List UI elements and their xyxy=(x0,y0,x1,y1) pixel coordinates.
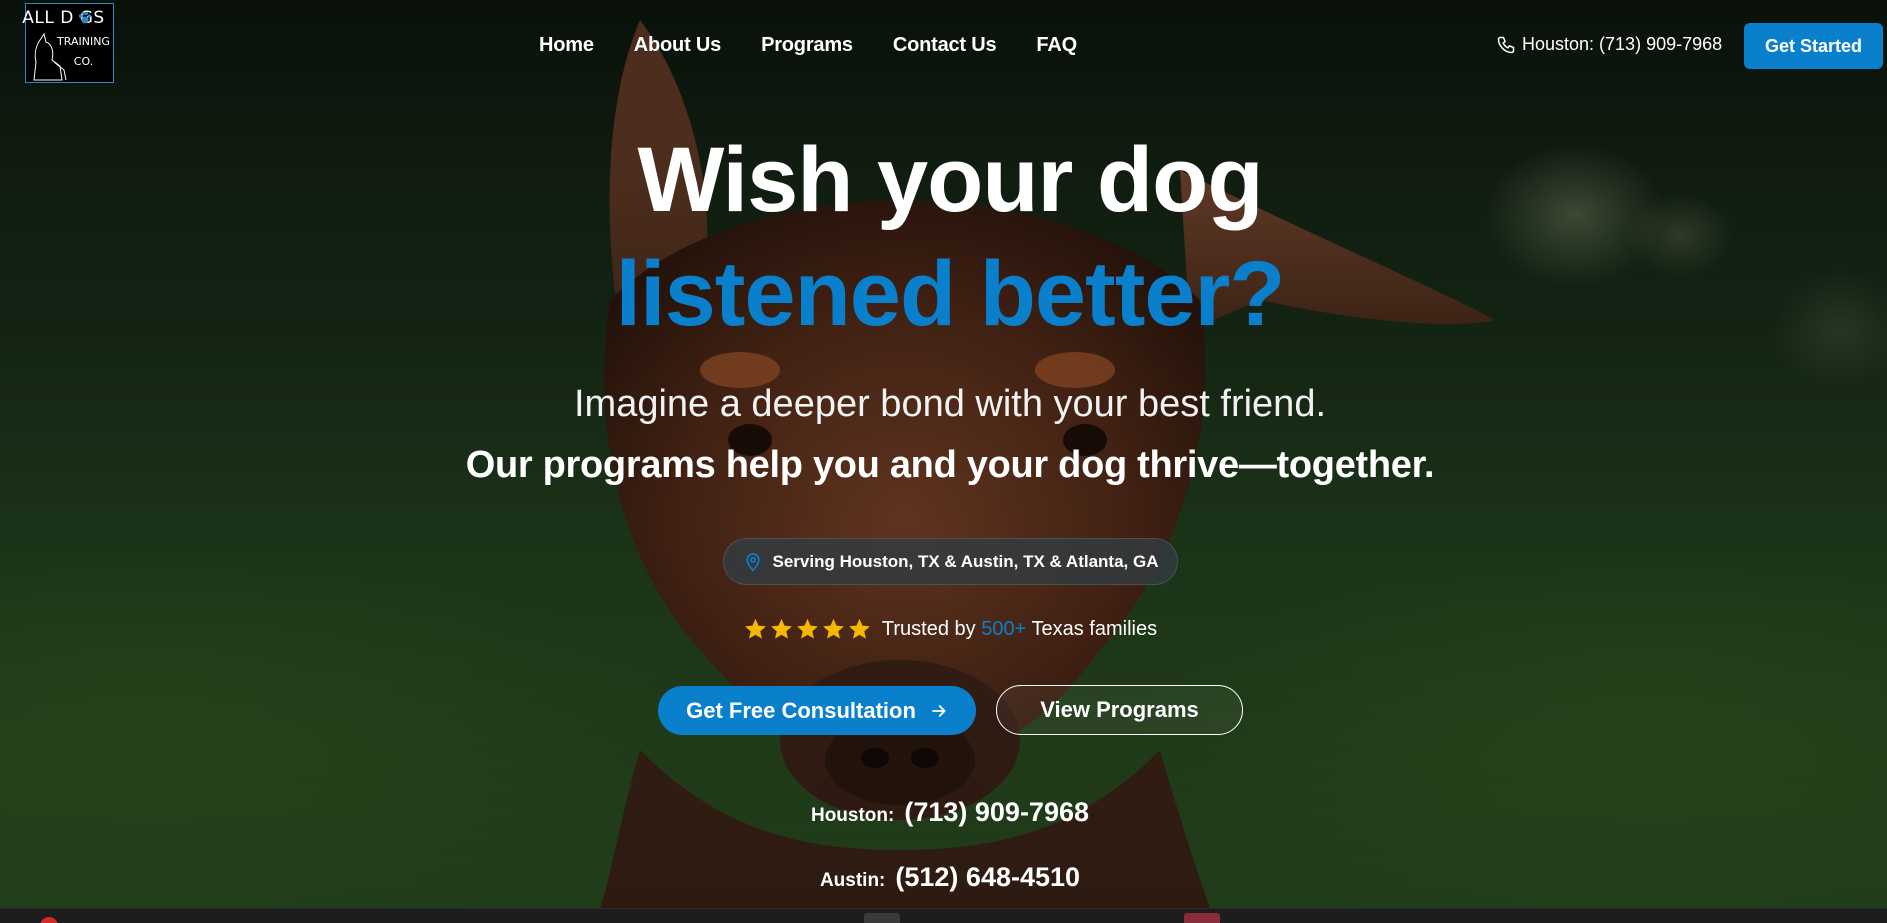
view-programs-button[interactable]: View Programs xyxy=(996,685,1243,735)
logo-text-top: ALL D GS xyxy=(22,8,105,28)
trust-row: Trusted by 500+ Texas families xyxy=(0,617,1887,642)
nav-about-us[interactable]: About Us xyxy=(634,34,721,57)
header-phone-text: Houston: (713) 909-7968 xyxy=(1522,34,1723,54)
star-icon xyxy=(796,618,818,639)
paw-icon xyxy=(78,11,92,24)
free-consultation-button[interactable]: Get Free Consultation xyxy=(658,686,976,735)
os-taskbar xyxy=(0,908,1887,923)
taskbar-app-icon[interactable] xyxy=(864,913,900,923)
rating-stars xyxy=(743,617,872,642)
free-consultation-label: Get Free Consultation xyxy=(686,697,916,723)
star-icon xyxy=(744,618,766,639)
trust-text: Trusted by 500+ Texas families xyxy=(882,618,1157,641)
arrow-right-icon xyxy=(931,704,946,717)
trust-count: 500+ xyxy=(981,618,1027,640)
location-pin-icon xyxy=(745,552,760,572)
phone-icon xyxy=(1497,36,1515,53)
star-icon xyxy=(770,618,792,639)
taskbar-app-icon[interactable] xyxy=(1184,913,1220,923)
brand-logo[interactable]: ALL D GS TRAINING CO. xyxy=(22,3,114,83)
hero-headline-line1: Wish your dog xyxy=(637,129,1263,231)
taskbar-app-icon[interactable] xyxy=(40,917,58,923)
star-icon xyxy=(822,618,844,639)
nav-home[interactable]: Home xyxy=(539,34,594,57)
trust-suffix: Texas families xyxy=(1031,618,1158,640)
hero-subheading: Imagine a deeper bond with your best fri… xyxy=(573,383,1327,425)
austin-contact[interactable]: Austin: (512) 648-4510 xyxy=(0,862,1887,893)
header-phone-link[interactable]: Houston: (713) 909-7968 xyxy=(1496,34,1722,55)
main-nav: Home About Us Programs Contact Us FAQ xyxy=(539,34,1077,57)
service-area-badge: Serving Houston, TX & Austin, TX & Atlan… xyxy=(723,538,1178,585)
hero-headline-line2: listened better? xyxy=(615,243,1285,345)
star-icon xyxy=(848,618,870,639)
hero-tagline: Our programs help you and your dog thriv… xyxy=(465,444,1435,486)
austin-phone[interactable]: (512) 648-4510 xyxy=(895,862,1080,893)
trust-prefix: Trusted by xyxy=(881,618,976,640)
austin-label: Austin: xyxy=(819,870,886,891)
nav-contact-us[interactable]: Contact Us xyxy=(893,34,997,57)
nav-programs[interactable]: Programs xyxy=(761,34,853,57)
houston-label: Houston: xyxy=(810,805,895,826)
houston-contact[interactable]: Houston: (713) 909-7968 xyxy=(0,797,1887,828)
nav-faq[interactable]: FAQ xyxy=(1036,34,1077,57)
get-started-button[interactable]: Get Started xyxy=(1744,23,1883,69)
houston-phone[interactable]: (713) 909-7968 xyxy=(904,797,1089,828)
service-area-text: Serving Houston, TX & Austin, TX & Atlan… xyxy=(772,551,1159,571)
dog-silhouette-icon xyxy=(33,32,67,81)
